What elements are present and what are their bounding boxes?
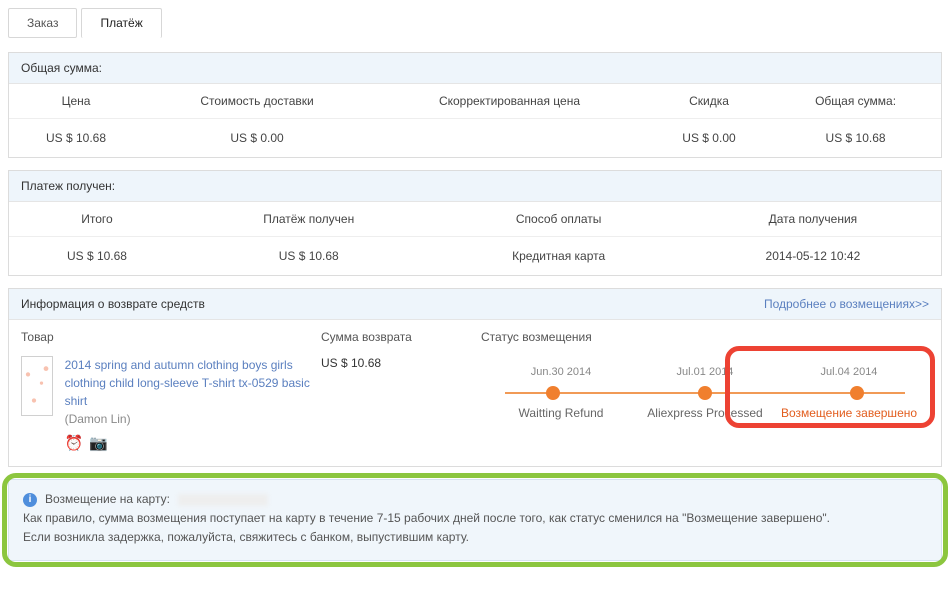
timeline-step-1-dot: [546, 386, 560, 400]
clock-icon[interactable]: ⏰: [65, 434, 84, 452]
val-date: 2014-05-12 10:42: [685, 237, 941, 276]
link-more-refunds[interactable]: Подробнее о возмещениях>>: [764, 297, 929, 311]
panel-received-title: Платеж получен:: [9, 171, 941, 202]
product-seller: (Damon Lin): [65, 412, 321, 426]
refund-row: 2014 spring and autumn clothing boys gir…: [9, 352, 941, 466]
refund-notice: i Возмещение на карту: Как правило, сумм…: [8, 479, 942, 561]
tl-label-1: Waitting Refund: [489, 406, 633, 420]
col-date: Дата получения: [685, 202, 941, 237]
val-discount: US $ 0.00: [648, 119, 770, 158]
col-ship: Стоимость доставки: [143, 84, 371, 119]
panel-received: Платеж получен: Итого Платёж получен Спо…: [8, 170, 942, 276]
tab-payment[interactable]: Платёж: [81, 8, 161, 38]
col-adj: Скорректированная цена: [371, 84, 648, 119]
refund-columns: Товар Сумма возврата Статус возмещения: [9, 320, 941, 352]
panel-refund: Информация о возврате средств Подробнее …: [8, 288, 942, 467]
col-sum: Общая сумма:: [770, 84, 941, 119]
tl-date-3: Jul.04 2014: [777, 366, 921, 378]
product-thumbnail[interactable]: [21, 356, 53, 416]
tl-date-1: Jun.30 2014: [489, 366, 633, 378]
val-price: US $ 10.68: [9, 119, 143, 158]
col-paid: Платёж получен: [185, 202, 433, 237]
camera-icon[interactable]: 📷: [89, 434, 108, 452]
notice-wrap: i Возмещение на карту: Как правило, сумм…: [8, 479, 942, 561]
col-discount: Скидка: [648, 84, 770, 119]
tab-order[interactable]: Заказ: [8, 8, 77, 38]
val-paid: US $ 10.68: [185, 237, 433, 276]
val-adj: [371, 119, 648, 158]
total-table: Цена Стоимость доставки Скорректированна…: [9, 84, 941, 157]
val-method: Кредитная карта: [433, 237, 685, 276]
product-icons: ⏰ 📷: [65, 434, 321, 452]
panel-refund-header: Информация о возврате средств Подробнее …: [9, 289, 941, 320]
val-ship: US $ 0.00: [143, 119, 371, 158]
panel-total-title: Общая сумма:: [9, 53, 941, 84]
tl-label-3: Возмещение завершено: [777, 406, 921, 420]
product-cell: 2014 spring and autumn clothing boys gir…: [21, 356, 321, 452]
tl-label-2: Aliexpress Processed: [633, 406, 777, 420]
product-text: 2014 spring and autumn clothing boys gir…: [65, 356, 321, 452]
col-subtotal: Итого: [9, 202, 185, 237]
col-amount: Сумма возврата: [321, 330, 481, 344]
panel-refund-title: Информация о возврате средств: [21, 297, 205, 311]
tabs-bar: Заказ Платёж: [8, 8, 942, 38]
redacted-card: [178, 494, 268, 506]
panel-total: Общая сумма: Цена Стоимость доставки Ско…: [8, 52, 942, 158]
info-icon: i: [23, 493, 37, 507]
val-sum: US $ 10.68: [770, 119, 941, 158]
product-link[interactable]: 2014 spring and autumn clothing boys gir…: [65, 358, 310, 408]
col-status: Статус возмещения: [481, 330, 929, 344]
notice-line1-prefix: Возмещение на карту:: [45, 490, 170, 509]
col-method: Способ оплаты: [433, 202, 685, 237]
notice-line2: Как правило, сумма возмещения поступает …: [23, 509, 927, 528]
timeline-step-3-dot: [850, 386, 864, 400]
timeline-track: [505, 392, 905, 394]
tl-date-2: Jul.01 2014: [633, 366, 777, 378]
col-price: Цена: [9, 84, 143, 119]
notice-line3: Если возникла задержка, пожалуйста, свяж…: [23, 528, 927, 547]
refund-amount: US $ 10.68: [321, 356, 481, 370]
val-subtotal: US $ 10.68: [9, 237, 185, 276]
received-table: Итого Платёж получен Способ оплаты Дата …: [9, 202, 941, 275]
timeline-step-2-dot: [698, 386, 712, 400]
refund-timeline: Jun.30 2014 Jul.01 2014 Jul.04 2014 Wait…: [481, 356, 929, 426]
col-product: Товар: [21, 330, 321, 344]
